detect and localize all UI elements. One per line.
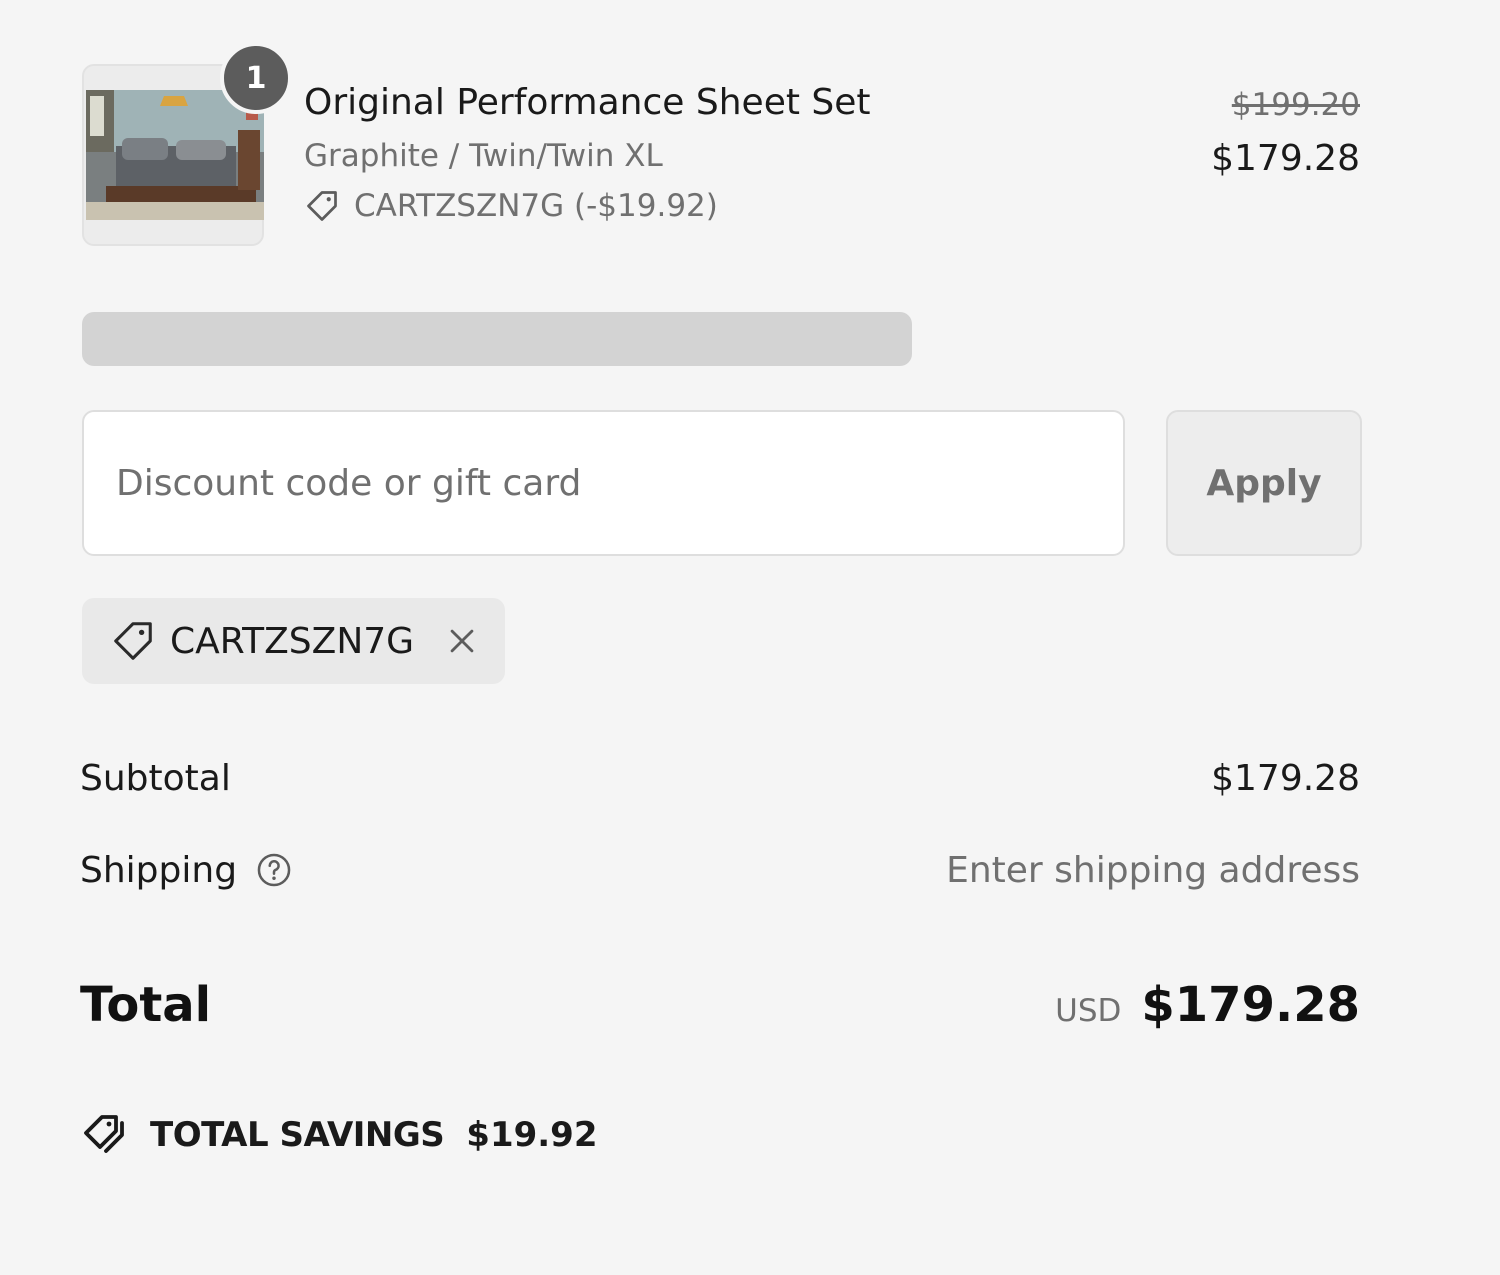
shipping-value: Enter shipping address xyxy=(946,849,1360,891)
tags-icon xyxy=(84,1115,124,1153)
product-name: Original Performance Sheet Set xyxy=(304,82,871,123)
applied-code-label: CARTZSZN7G xyxy=(170,620,415,662)
subtotal-value: $179.28 xyxy=(1211,757,1360,799)
original-price: $199.20 xyxy=(1231,87,1360,123)
close-icon xyxy=(450,629,474,653)
savings-label: TOTAL SAVINGS xyxy=(150,1115,445,1155)
product-variant: Graphite / Twin/Twin XL xyxy=(304,138,663,174)
total-savings: TOTAL SAVINGS $19.92 xyxy=(82,1108,597,1162)
cart-line-item: 1 Original Performance Sheet Set Graphit… xyxy=(82,42,1360,248)
applied-discount-chip: CARTZSZN7G xyxy=(82,598,505,684)
product-details: Original Performance Sheet Set Graphite … xyxy=(304,78,871,230)
discount-code-input[interactable] xyxy=(82,410,1125,556)
subtotal-row: Subtotal $179.28 xyxy=(80,750,1360,806)
subtotal-label: Subtotal xyxy=(80,757,231,799)
product-prices: $199.20 $179.28 xyxy=(1211,82,1360,190)
loading-skeleton xyxy=(82,312,912,366)
help-icon xyxy=(257,853,291,887)
shipping-help-button[interactable] xyxy=(255,851,293,889)
apply-button[interactable]: Apply xyxy=(1166,410,1362,556)
total-row: Total USD $179.28 xyxy=(80,970,1360,1040)
product-discount: CARTZSZN7G (-$19.92) xyxy=(304,182,871,230)
savings-amount: $19.92 xyxy=(466,1115,598,1155)
tag-icon xyxy=(114,622,152,660)
tag-icon xyxy=(307,191,337,221)
product-discount-label: CARTZSZN7G (-$19.92) xyxy=(354,188,718,224)
shipping-label: Shipping xyxy=(80,849,238,891)
quantity-badge: 1 xyxy=(220,42,292,114)
total-value: $179.28 xyxy=(1141,977,1360,1033)
total-label: Total xyxy=(80,977,212,1033)
shipping-row: Shipping Enter shipping address xyxy=(80,842,1360,898)
product-image xyxy=(86,90,264,220)
total-value-wrap: USD $179.28 xyxy=(1055,977,1360,1033)
current-price: $179.28 xyxy=(1211,138,1360,179)
shipping-label-wrap: Shipping xyxy=(80,850,293,891)
product-thumbnail: 1 xyxy=(82,42,292,246)
currency-code: USD xyxy=(1055,993,1122,1029)
remove-code-button[interactable] xyxy=(442,621,482,661)
